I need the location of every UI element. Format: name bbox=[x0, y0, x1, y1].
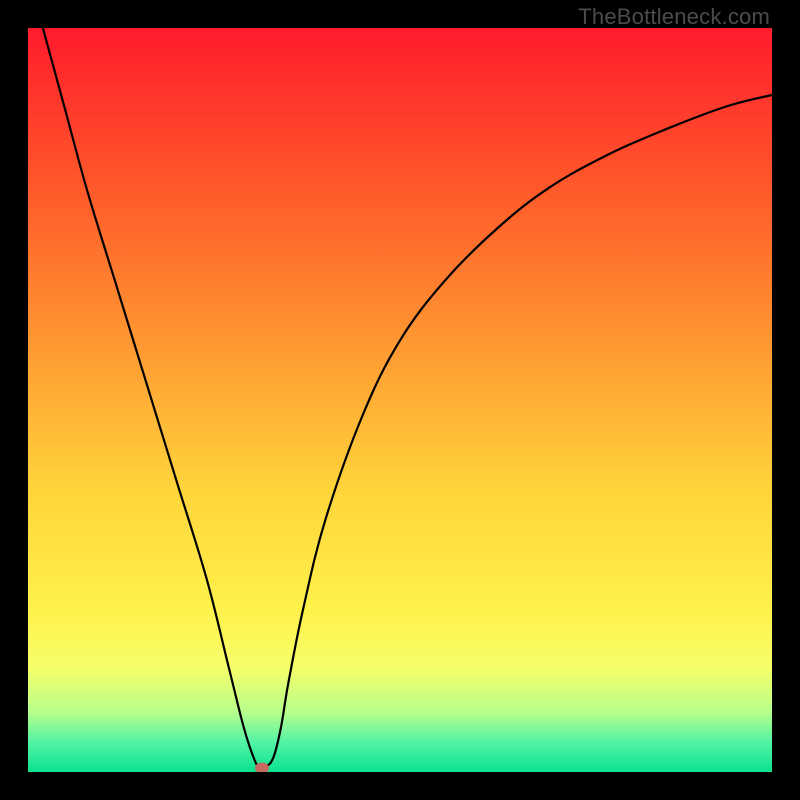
watermark-text: TheBottleneck.com bbox=[578, 4, 770, 30]
curve-layer bbox=[28, 28, 772, 772]
optimum-marker bbox=[255, 763, 269, 772]
chart-frame bbox=[28, 28, 772, 772]
bottleneck-curve bbox=[43, 28, 772, 769]
